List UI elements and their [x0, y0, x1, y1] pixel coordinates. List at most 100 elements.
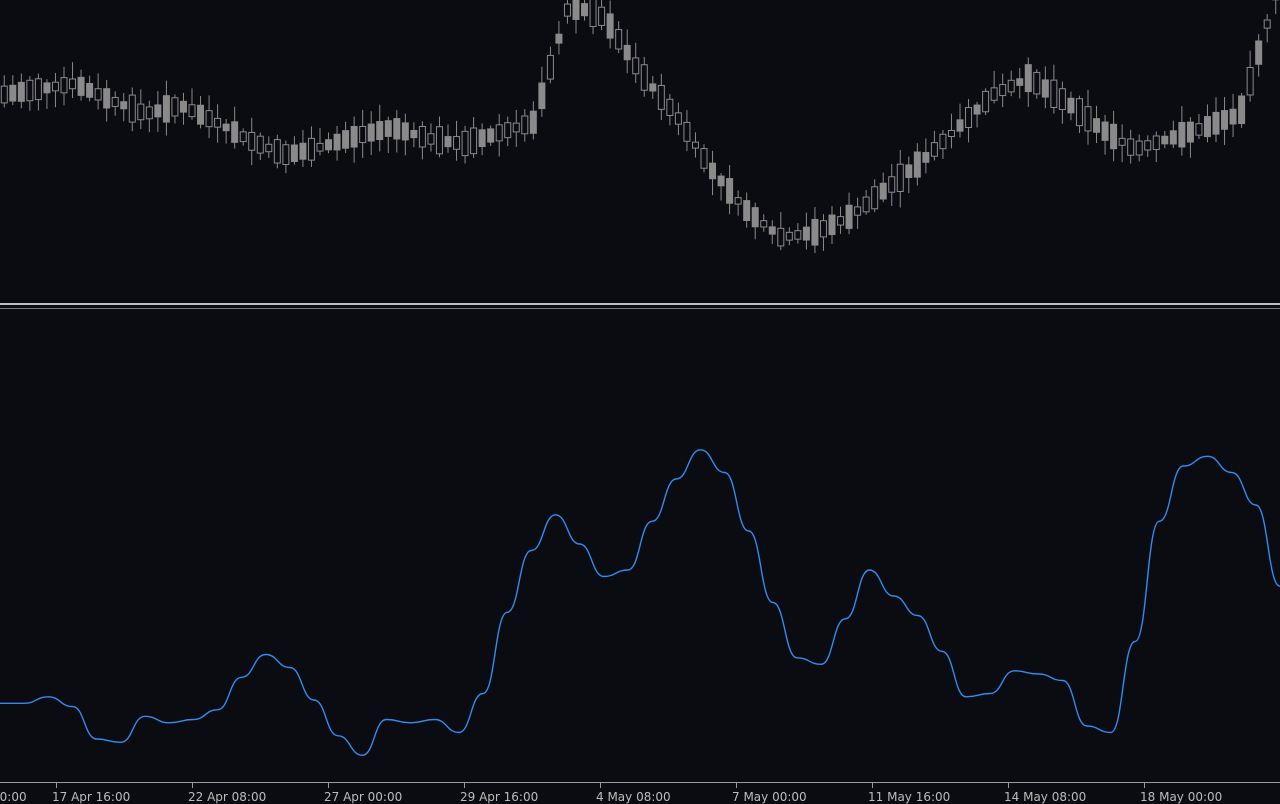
candle-body [222, 123, 230, 132]
x-axis-tick [872, 782, 873, 788]
candle [350, 116, 358, 163]
candle [1058, 81, 1066, 124]
candle [632, 42, 640, 83]
candle-body [444, 136, 452, 148]
candle-body [128, 94, 136, 123]
indicator-panel[interactable] [0, 310, 1280, 780]
candle [913, 143, 921, 186]
candle [231, 106, 239, 149]
candle-body [367, 123, 375, 142]
candle-body [1186, 121, 1194, 143]
candle-body [77, 76, 85, 96]
candle-body [1161, 135, 1169, 145]
candle-body [478, 129, 486, 148]
candle [316, 128, 324, 156]
candle [478, 123, 486, 156]
candle [376, 104, 384, 152]
candle-body [1084, 106, 1092, 132]
candle [1221, 97, 1229, 145]
candle [657, 73, 665, 120]
candle-body [905, 164, 913, 179]
candle [427, 123, 435, 152]
candle-body [1127, 138, 1135, 156]
candle-body [34, 78, 42, 101]
candle [691, 132, 699, 158]
panel-separator[interactable] [0, 303, 1280, 305]
candle [751, 202, 759, 240]
candle-body [598, 6, 606, 26]
candle [1041, 66, 1049, 109]
candle-body [811, 218, 819, 246]
candle [862, 190, 870, 215]
candle-body [1110, 123, 1118, 150]
candle [546, 46, 554, 84]
candle [282, 140, 290, 174]
candle-body [640, 64, 648, 91]
candle-body [256, 135, 264, 154]
candle [1238, 92, 1246, 128]
candle-body [1169, 130, 1177, 145]
candle [794, 223, 802, 244]
x-axis-label: 11 May 16:00 [868, 790, 951, 804]
candle [615, 21, 623, 54]
candle [529, 101, 537, 140]
candle-body [111, 96, 119, 107]
candle [179, 92, 187, 125]
x-axis-tick [1144, 782, 1145, 788]
candle-body [546, 54, 554, 80]
candle-body [1195, 123, 1203, 136]
candle-body [785, 231, 793, 241]
candle-body [700, 148, 708, 169]
candle-body [60, 77, 68, 94]
candle-body [1203, 116, 1211, 138]
candle [563, 0, 571, 24]
candle-body [401, 122, 409, 141]
candle-body [709, 162, 717, 180]
candle [743, 192, 751, 228]
x-axis-label: 4 May 08:00 [596, 790, 671, 804]
candle [837, 206, 845, 234]
candle-body [1093, 118, 1101, 133]
candle [606, 0, 614, 49]
trading-chart[interactable]: 00:00 17 Apr 16:00 22 Apr 08:00 27 Apr 00:0… [0, 0, 1280, 804]
candle-body [871, 186, 879, 210]
candle [94, 73, 102, 110]
candle [273, 134, 281, 169]
candle-body [265, 143, 273, 153]
candle [495, 114, 503, 157]
candle [982, 88, 990, 116]
candle-body [1024, 64, 1032, 93]
candle-body [939, 133, 947, 150]
candle-body [307, 137, 315, 161]
candle [9, 75, 17, 106]
candle-body [231, 121, 239, 143]
candle-body [1255, 40, 1263, 65]
price-panel[interactable] [0, 0, 1280, 305]
candle-body [649, 83, 657, 92]
candle-body [376, 121, 384, 141]
candle-body [145, 106, 153, 120]
candle [1024, 57, 1032, 107]
candle-body [1118, 137, 1126, 146]
candle [1007, 70, 1015, 97]
candle-body [69, 78, 77, 90]
candle-body [606, 13, 614, 39]
candle [683, 110, 691, 152]
candle-body [819, 220, 827, 238]
candle [973, 101, 981, 128]
candle [896, 150, 904, 208]
candle-body [325, 139, 333, 151]
candle [410, 122, 418, 148]
candle [879, 172, 887, 203]
candle-body [1238, 95, 1246, 125]
candle-body [982, 90, 990, 113]
candle-body [726, 178, 734, 204]
candle [1186, 117, 1194, 158]
candle-body [657, 84, 665, 110]
candle-body [384, 120, 392, 137]
candle-body [9, 84, 17, 102]
candle-body [879, 182, 887, 200]
candle [1229, 94, 1237, 138]
candle [572, 0, 580, 34]
candle [214, 104, 222, 143]
